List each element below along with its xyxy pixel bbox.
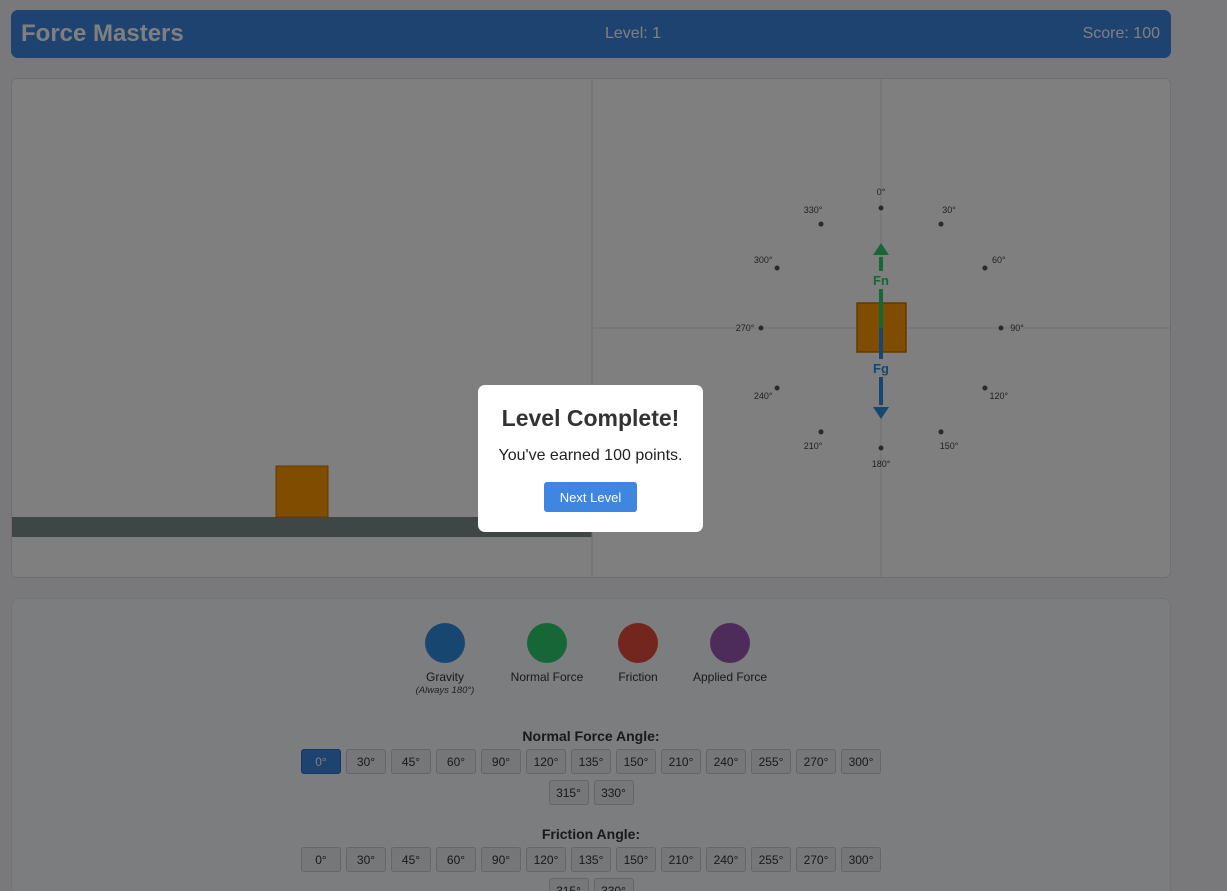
level-complete-modal: Level Complete! You've earned 100 points… xyxy=(478,385,703,532)
next-level-button[interactable]: Next Level xyxy=(544,482,637,512)
modal-title: Level Complete! xyxy=(501,405,680,431)
modal-message: You've earned 100 points. xyxy=(498,447,683,464)
